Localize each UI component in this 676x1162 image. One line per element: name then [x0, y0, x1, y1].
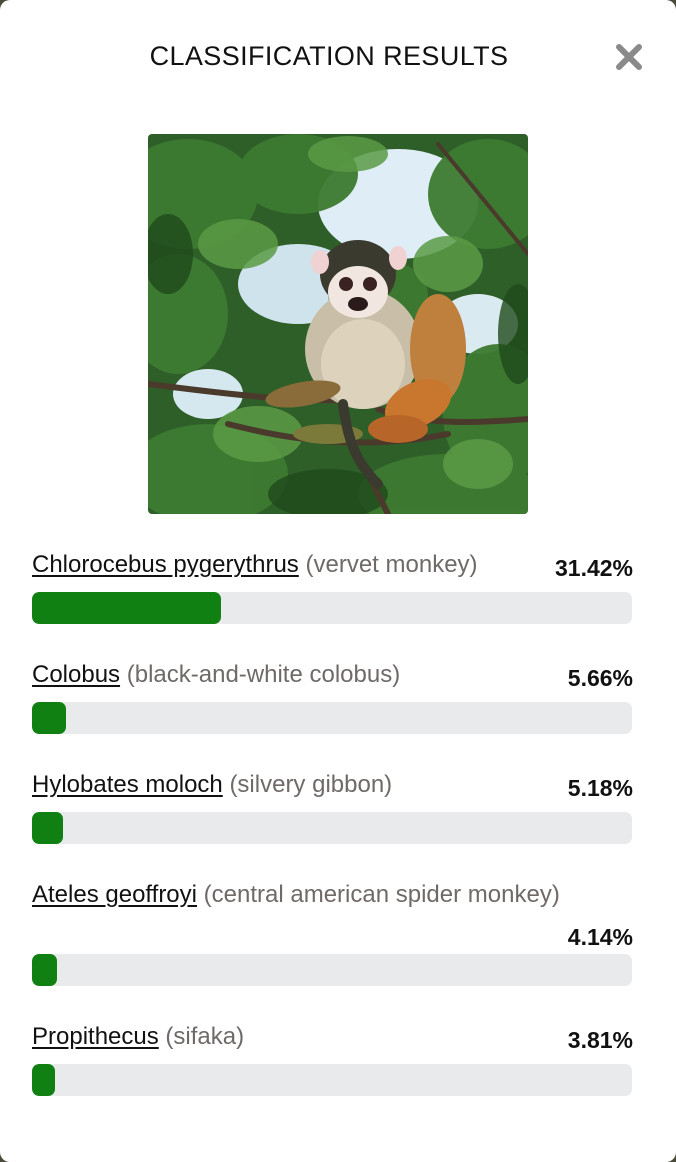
confidence-bar-fill: [32, 954, 57, 986]
confidence-bar: [32, 1064, 632, 1096]
result-item: Chlorocebus pygerythrus (vervet monkey) …: [32, 550, 633, 624]
result-item: Hylobates moloch (silvery gibbon) 5.18%: [32, 770, 633, 844]
confidence-bar-fill: [32, 812, 64, 844]
result-percentage: 31.42%: [554, 555, 633, 581]
close-button[interactable]: [612, 40, 646, 74]
result-label: Ateles geoffroyi (central american spide…: [32, 880, 633, 950]
result-label: Propithecus (sifaka) 3.81%: [32, 1022, 633, 1053]
scientific-name-link[interactable]: Propithecus: [32, 1023, 159, 1050]
result-item: Propithecus (sifaka) 3.81%: [32, 1022, 633, 1096]
confidence-bar: [32, 812, 632, 844]
common-name: (central american spider monkey): [203, 881, 560, 908]
classification-results-modal: CLASSIFICATION RESULTS Chlorocebus pyger…: [0, 0, 676, 1162]
common-name: (vervet monkey): [305, 551, 478, 578]
result-percentage: 5.66%: [567, 665, 633, 691]
scientific-name-link[interactable]: Ateles geoffroyi: [32, 881, 197, 908]
close-x-icon: [616, 44, 642, 70]
confidence-bar: [32, 702, 632, 734]
result-item: Ateles geoffroyi (central american spide…: [32, 880, 633, 986]
confidence-bar-fill: [32, 1064, 55, 1096]
common-name: (silvery gibbon): [229, 771, 393, 798]
modal-header: CLASSIFICATION RESULTS: [0, 36, 676, 76]
result-percentage: 4.14%: [567, 924, 633, 950]
confidence-bar-fill: [32, 702, 66, 734]
result-label: Colobus (black-and-white colobus) 5.66%: [32, 660, 633, 691]
common-name: (black-and-white colobus): [126, 661, 401, 688]
result-label: Chlorocebus pygerythrus (vervet monkey) …: [32, 550, 633, 581]
result-percentage: 3.81%: [567, 1027, 633, 1053]
scientific-name-link[interactable]: Chlorocebus pygerythrus: [32, 551, 299, 578]
result-label: Hylobates moloch (silvery gibbon) 5.18%: [32, 770, 633, 801]
classified-image: [148, 134, 528, 514]
scientific-name-link[interactable]: Colobus: [32, 661, 120, 688]
confidence-bar: [32, 954, 632, 986]
scientific-name-link[interactable]: Hylobates moloch: [32, 771, 223, 798]
confidence-bar-fill: [32, 592, 221, 624]
result-percentage: 5.18%: [567, 775, 633, 801]
confidence-bar: [32, 592, 632, 624]
monkey-photo: [148, 134, 528, 514]
result-item: Colobus (black-and-white colobus) 5.66%: [32, 660, 633, 734]
modal-title: CLASSIFICATION RESULTS: [149, 41, 509, 71]
common-name: (sifaka): [165, 1023, 245, 1050]
